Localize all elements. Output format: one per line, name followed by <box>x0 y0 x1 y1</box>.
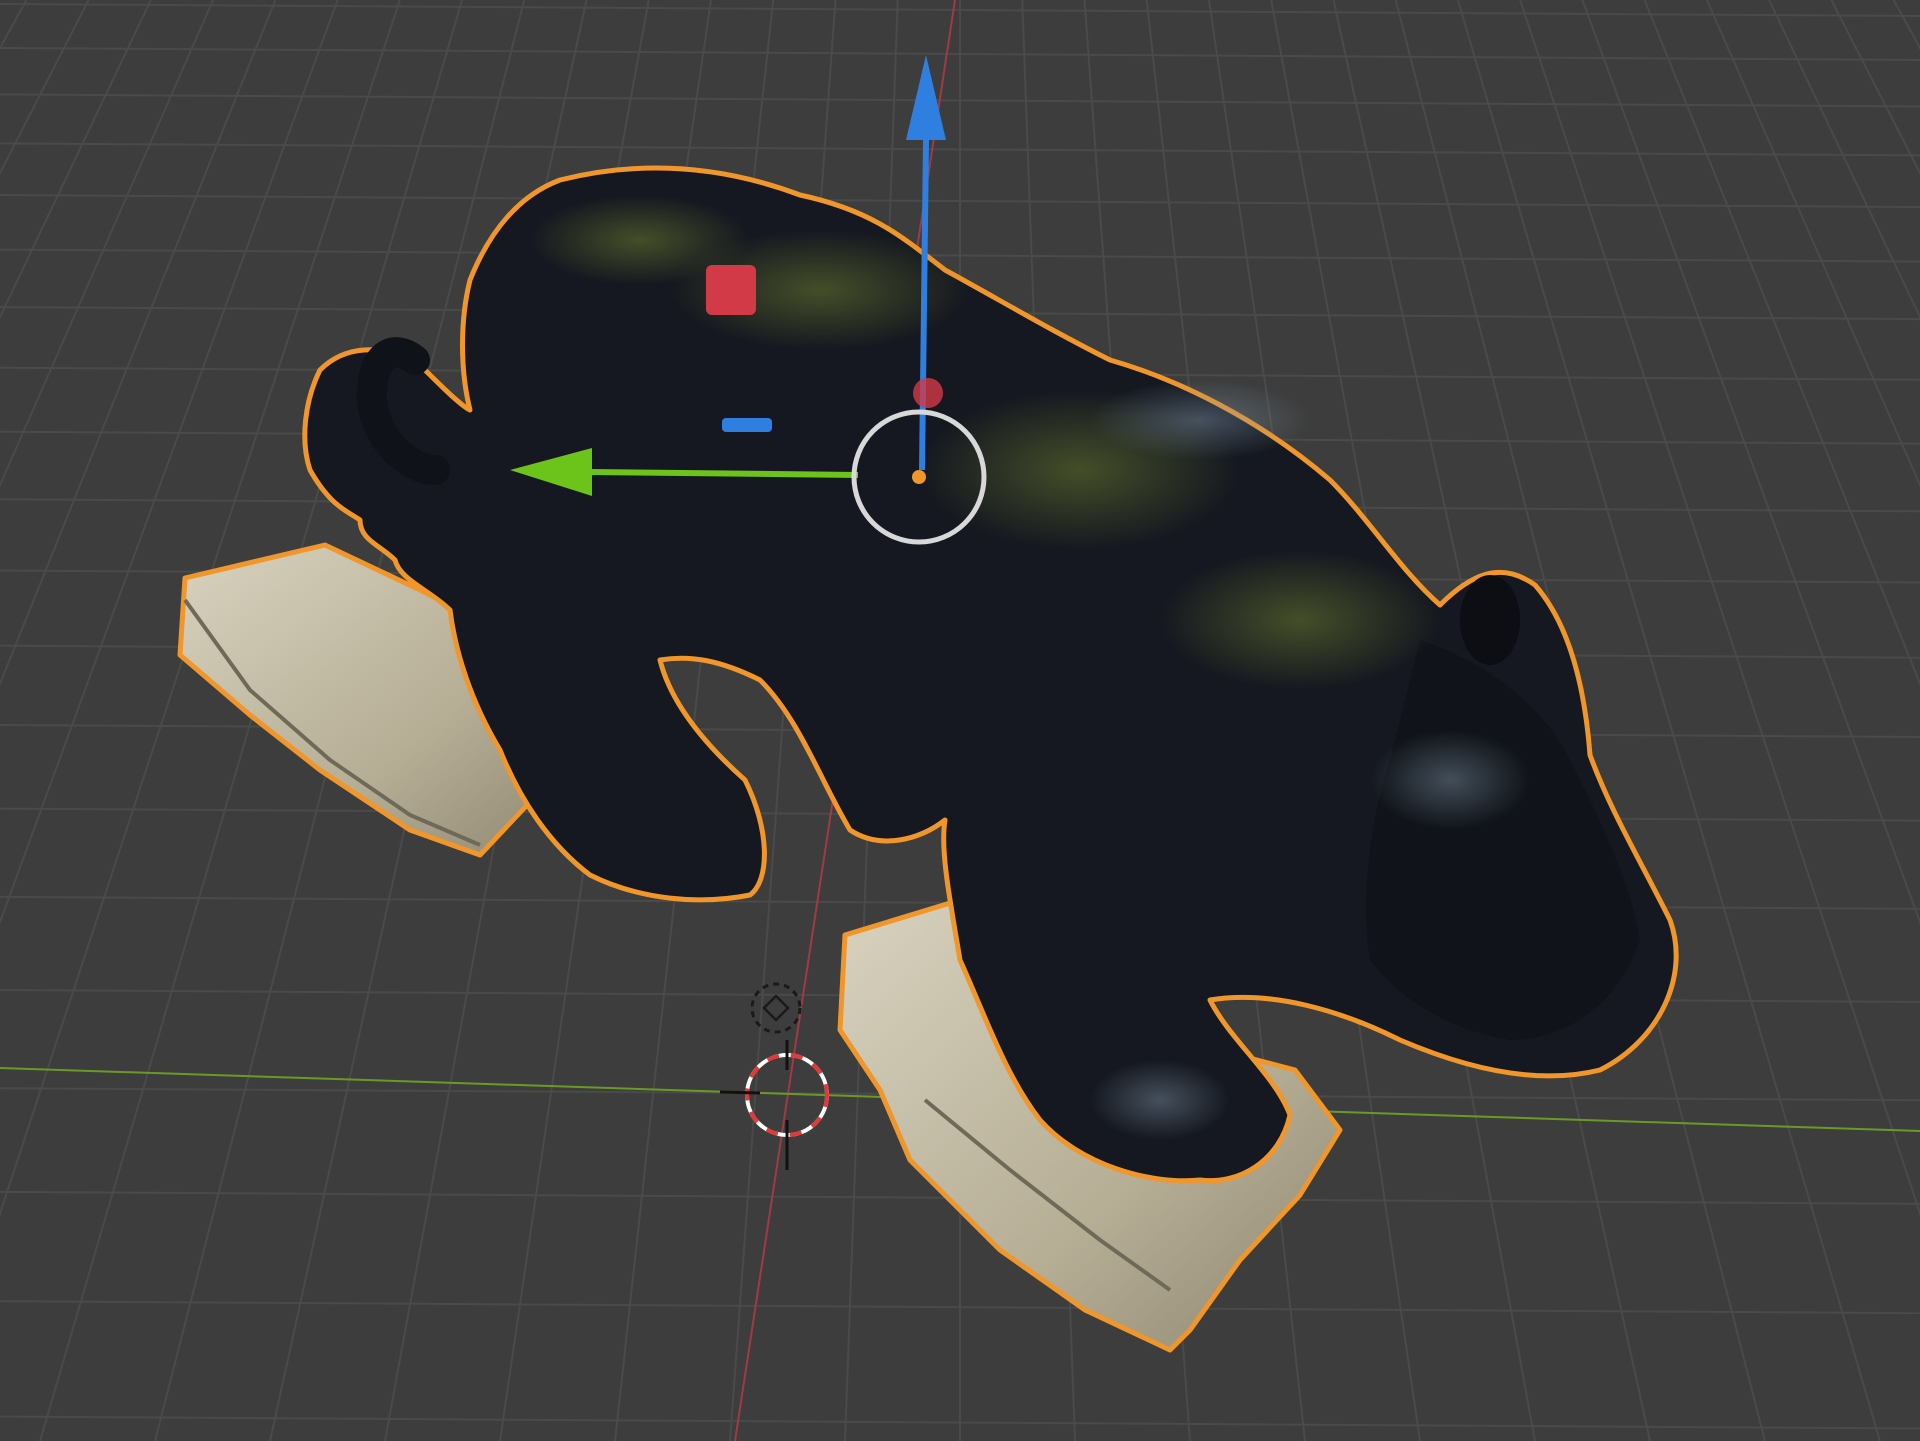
3d-cursor-icon[interactable] <box>719 1040 829 1170</box>
stone-sheen <box>1370 730 1530 830</box>
object-origin <box>912 470 926 484</box>
grid-line <box>0 0 215 488</box>
gizmo-x-dot[interactable] <box>913 378 943 408</box>
grid-line <box>0 0 152 320</box>
grid-line <box>0 0 277 687</box>
gizmo-z-plane-handle[interactable] <box>722 418 772 432</box>
gizmo-x-plane-handle[interactable] <box>706 265 756 315</box>
viewport-canvas[interactable] <box>0 0 1920 1441</box>
stone-sheen <box>1090 380 1310 460</box>
stone-sheen <box>1090 1060 1230 1140</box>
grid-line <box>1830 0 1920 176</box>
light-icon[interactable] <box>750 982 802 1034</box>
3d-viewport[interactable] <box>0 0 1920 1441</box>
grid-line <box>1892 0 1920 51</box>
gizmo-y-axis[interactable] <box>589 469 859 478</box>
gizmo-z-axis[interactable] <box>919 139 929 471</box>
selected-object[interactable] <box>177 165 1679 1353</box>
grid-line <box>1643 0 1920 687</box>
statue-head <box>1366 640 1640 1040</box>
grid-line <box>1705 0 1920 488</box>
moss-patch <box>1160 550 1440 690</box>
grid-line <box>0 0 90 176</box>
statue-ear <box>1460 575 1520 665</box>
grid-line <box>0 0 28 51</box>
grid-line <box>1581 0 1920 925</box>
grid-line <box>1768 0 1920 320</box>
